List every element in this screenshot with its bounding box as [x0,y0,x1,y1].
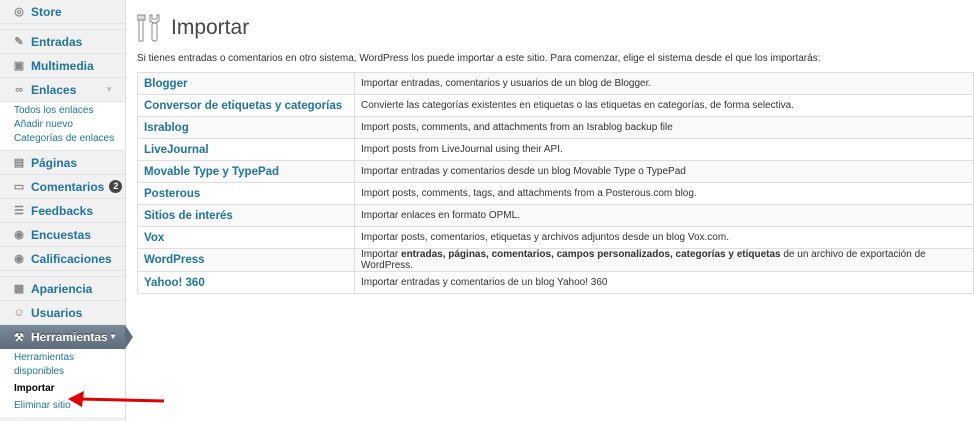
table-row: Conversor de etiquetas y categorías Conv… [137,94,974,117]
importer-link[interactable]: Movable Type y TypePad [137,160,355,183]
menu-apariencia[interactable]: ▦ Apariencia [0,277,125,301]
tools-icon: ⚒ [14,331,24,344]
store-icon: ◎ [14,6,24,18]
menu-encuestas[interactable]: ◉ Encuestas [0,223,125,247]
chevron-down-icon[interactable]: ▼ [109,332,117,341]
pin-icon: ✎ [14,36,24,48]
chevron-down-icon[interactable]: ▼ [105,85,113,94]
menu-herramientas-label: Herramientas [31,330,108,344]
menu-store-label: Store [31,4,62,19]
menu-comentarios[interactable]: ▭ Comentarios 2 [0,175,125,199]
menu-paginas[interactable]: ▤ Páginas [0,151,125,175]
menu-usuarios-label: Usuarios [31,305,83,320]
menu-enlaces[interactable]: ∞ Enlaces ▼ [0,78,125,102]
feedback-icon: ☰ [14,205,24,217]
menu-calificaciones[interactable]: ◉ Calificaciones [0,247,125,271]
page-title: Importar [171,16,250,39]
importers-table: Blogger Importar entradas, comentarios y… [137,72,974,294]
importer-link[interactable]: Yahoo! 360 [137,271,355,294]
menu-multimedia[interactable]: ▣ Multimedia [0,54,125,78]
menu-entradas[interactable]: ✎ Entradas [0,30,125,54]
intro-text: Si tienes entradas o comentarios en otro… [137,53,821,64]
media-icon: ▣ [13,60,25,72]
submenu-anadir-nuevo[interactable]: Añadir nuevo [14,118,125,132]
table-row: Blogger Importar entradas, comentarios y… [137,72,974,95]
importer-link[interactable]: Conversor de etiquetas y categorías [137,94,355,117]
menu-multimedia-label: Multimedia [31,58,94,73]
desc-bold: entradas, páginas, comentarios, campos p… [401,249,781,260]
table-row: Vox Importar posts, comentarios, etiquet… [137,226,974,249]
admin-sidebar: ◎ Store ✎ Entradas ▣ Multimedia ∞ Enlace… [0,0,133,421]
users-icon: ☺ [13,306,25,319]
importer-link[interactable]: LiveJournal [137,138,355,161]
link-icon: ∞ [15,83,23,96]
importer-link[interactable]: Blogger [137,72,355,95]
table-row: Yahoo! 360 Importar entradas y comentari… [137,271,974,294]
appearance-icon: ▦ [13,283,25,295]
rating-icon: ◉ [14,253,24,265]
submenu-todos-enlaces[interactable]: Todos los enlaces [14,104,125,118]
table-row: Israblog Import posts, comments, and att… [137,116,974,139]
importer-link[interactable]: Vox [137,226,355,249]
tools-icon [137,14,160,42]
submenu-herramientas-disponibles[interactable]: Herramientas disponibles [14,351,104,379]
table-row: Posterous Import posts, comments, tags, … [137,182,974,205]
active-menu-pointer [125,325,133,349]
table-row: Sitios de interés Importar enlaces en fo… [137,204,974,227]
menu-usuarios[interactable]: ☺ Usuarios [0,301,125,325]
importer-description: Importar entradas, comentarios y usuario… [354,72,974,95]
importer-description: Importar entradas, páginas, comentarios,… [354,248,974,272]
desc-prefix: Importar [361,249,402,260]
importer-description: Importar entradas y comentarios de un bl… [354,271,974,294]
importer-description: Importar posts, comentarios, etiquetas y… [354,226,974,249]
table-row: WordPress Importar entradas, páginas, co… [137,248,974,272]
submenu-categorias-enlaces[interactable]: Categorías de enlaces [14,132,125,146]
importer-link[interactable]: WordPress [137,248,355,272]
menu-calificaciones-label: Calificaciones [31,251,112,266]
enlaces-submenu: Todos los enlaces Añadir nuevo Categoría… [0,102,125,151]
page-header: Importar [137,12,974,44]
importer-description: Import posts, comments, and attachments … [354,116,974,139]
menu-enlaces-label: Enlaces [31,82,77,97]
menu-store[interactable]: ◎ Store [0,0,125,24]
importer-link[interactable]: Posterous [137,182,355,205]
importer-description: Import posts from LiveJournal using thei… [354,138,974,161]
comment-icon: ▭ [13,181,25,193]
menu-herramientas[interactable]: ⚒ Herramientas ▼ [0,325,133,349]
red-arrow-annotation [68,391,165,407]
menu-comentarios-label: Comentarios [31,179,105,194]
comment-count-badge: 2 [109,180,123,193]
importer-description: Importar entradas y comentarios desde un… [354,160,974,183]
menu-entradas-label: Entradas [31,34,83,49]
importer-description: Importar enlaces en formato OPML. [354,204,974,227]
importer-link[interactable]: Israblog [137,116,355,139]
importer-description: Import posts, comments, tags, and attach… [354,182,974,205]
table-row: Movable Type y TypePad Importar entradas… [137,160,974,183]
importer-link[interactable]: Sitios de interés [137,204,355,227]
importer-description: Convierte las categorías existentes en e… [354,94,974,117]
page-icon: ▤ [13,157,25,169]
menu-feedbacks[interactable]: ☰ Feedbacks [0,199,125,223]
menu-feedbacks-label: Feedbacks [31,203,94,218]
menu-paginas-label: Páginas [31,155,78,170]
main-content: Importar Si tienes entradas o comentario… [137,0,974,294]
poll-icon: ◉ [14,229,24,241]
menu-apariencia-label: Apariencia [31,281,93,296]
menu-encuestas-label: Encuestas [31,227,92,242]
table-row: LiveJournal Import posts from LiveJourna… [137,138,974,161]
